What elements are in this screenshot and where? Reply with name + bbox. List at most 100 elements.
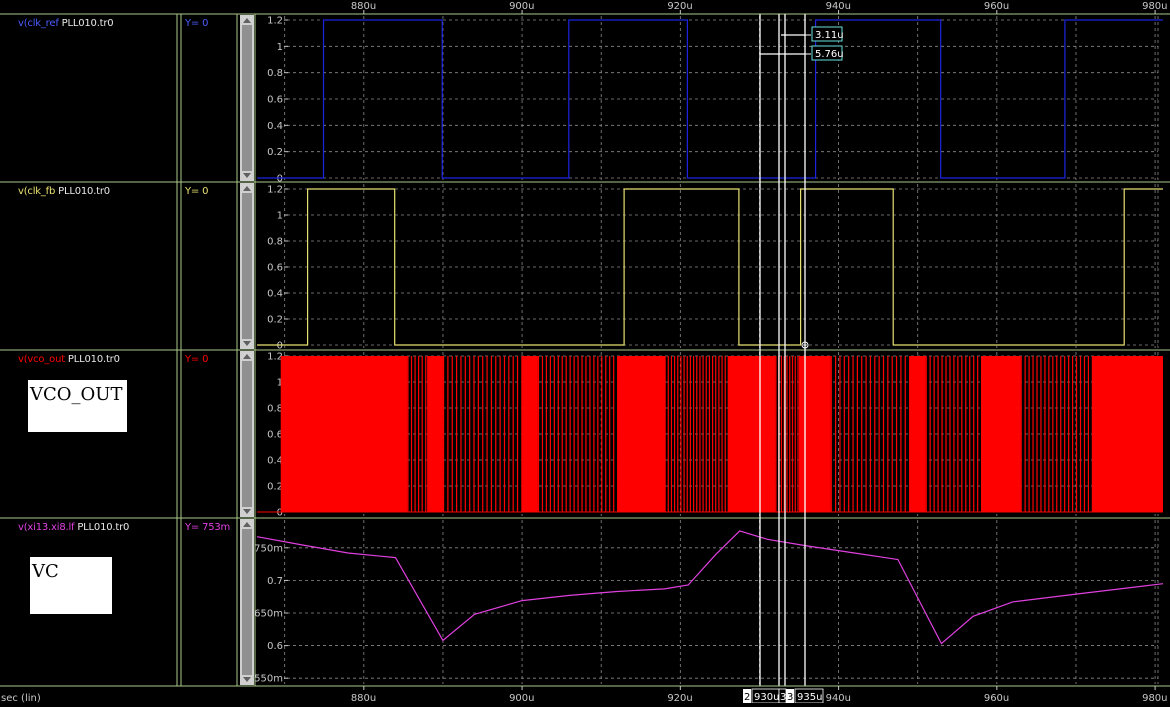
y-tick-label: 0.6 (267, 430, 283, 441)
bottom-axis-tick-label: 920u (667, 693, 692, 703)
vco-pulse (605, 356, 607, 512)
vco-pulse (945, 356, 947, 512)
vco-pulse (900, 356, 902, 512)
y-tick-label: 0 (277, 174, 283, 185)
signal-name: v(xi13.xi8.lf (18, 522, 75, 533)
vco-pulse (1075, 356, 1078, 512)
vco-pulse (708, 356, 711, 512)
vco-pulse (925, 356, 927, 512)
vco-pulse (407, 356, 409, 512)
delta-upper-value: 3.11u (815, 30, 844, 41)
vco-pulse (521, 356, 523, 512)
cursor-b-time: 935u (797, 692, 822, 703)
vco-pulse (699, 356, 701, 512)
vco-pulse (775, 356, 777, 512)
vco-pulse (702, 356, 704, 512)
vco-pulse (882, 356, 885, 512)
cursor-a-time: 930u (754, 692, 779, 703)
vco-pulse (469, 356, 471, 512)
vco-pulse (839, 356, 841, 512)
signal-label[interactable]: v(xi13.xi8.lf PLL010.tr0 (18, 522, 129, 533)
x-axis-unit-label: sec (lin) (1, 693, 41, 703)
vco-pulse (508, 356, 510, 512)
vco-pulse (545, 356, 548, 512)
vco-pulse (965, 356, 967, 512)
bottom-axis-tick-label: 940u (826, 693, 851, 703)
signal-name: v(vco_out (18, 354, 65, 365)
vco-burst (799, 356, 831, 512)
panel-1: v(clk_ref PLL010.tr0 Y= 0 1.2 1 0.8 0.6 0.4 0.2… (0, 15, 1170, 185)
bottom-axis-tick-label: 960u (984, 693, 1009, 703)
scrollbar-thumb[interactable] (242, 529, 252, 675)
bottom-time-axis: 880u 900u 920u 940u 960u 980u (0, 685, 1170, 704)
vco-pulse (1032, 356, 1034, 512)
cursor-b-tag-label: 3 (787, 692, 793, 703)
vco-burst (909, 356, 926, 512)
cursor-mid-tag-label: 3 (780, 692, 786, 703)
signal-file: PLL010.tr0 (59, 18, 114, 29)
vco-pulse (949, 356, 951, 512)
y-tick-label: 1.2 (267, 185, 283, 196)
y-tick-label: 0.8 (267, 68, 283, 79)
y-tick-label: 0.6 (267, 263, 283, 274)
vco-pulse (1044, 356, 1046, 512)
vco-pulse (414, 356, 416, 512)
vco-pulse (561, 356, 563, 512)
vco-pulse (557, 356, 559, 512)
y-readout: Y= 0 (184, 186, 208, 197)
vco-pulse (718, 356, 720, 512)
y-tick-label: 650m (254, 608, 283, 619)
vco-pulse (541, 356, 544, 512)
vco-pulse (460, 356, 462, 512)
vco-pulse (425, 356, 427, 512)
vco-pulse (856, 356, 858, 512)
vco-pulse (593, 356, 595, 512)
y-tick-label: 0.6 (267, 641, 283, 652)
vco-pulse (1064, 356, 1066, 512)
vco-pulse (904, 356, 906, 512)
vco-pulse (421, 356, 423, 512)
y-tick-label: 550m (254, 674, 283, 685)
vco-pulse (565, 356, 567, 512)
signal-label[interactable]: v(clk_ref PLL010.tr0 (18, 18, 114, 29)
vco-pulse (1083, 356, 1086, 512)
vco-pulse (442, 356, 445, 512)
y-tick-label: 750m (254, 543, 283, 554)
vco-pulse (865, 356, 867, 512)
vco-pulse (451, 356, 453, 512)
vco-pulse (937, 356, 939, 512)
vco-pulse (477, 356, 479, 512)
vco-pulse (581, 356, 583, 512)
vco-pulse (852, 356, 854, 512)
vco-pulse (482, 356, 484, 512)
vco-pulse (516, 356, 519, 512)
panel-3: v(vco_out PLL010.tr0 Y= 0 1.210.80.60.40.2… (0, 351, 1170, 519)
vco-pulse (973, 356, 975, 512)
vco-pulse (569, 356, 571, 512)
vco-pulse (711, 356, 714, 512)
y-tick-label: 0.2 (267, 147, 283, 158)
vco-pulse (609, 356, 611, 512)
vco-pulse (473, 356, 475, 512)
vco-pulse (553, 356, 555, 512)
y-tick-label: 0.2 (267, 482, 283, 493)
scrollbar-thumb[interactable] (242, 25, 252, 171)
vco-pulse (1040, 356, 1042, 512)
y-tick-label: 0.4 (267, 289, 283, 300)
scrollbar-thumb[interactable] (242, 361, 252, 507)
scrollbar-thumb[interactable] (242, 193, 252, 339)
signal-label[interactable]: v(clk_fb PLL010.tr0 (18, 186, 110, 197)
panel-4: v(xi13.xi8.lf PLL010.tr0 Y= 753m 750m 0.7 65… (0, 519, 1170, 687)
y-tick-label: 0 (277, 341, 283, 352)
vco-pulse (1068, 356, 1070, 512)
signal-label[interactable]: v(vco_out PLL010.tr0 (18, 354, 120, 365)
y-readout: Y= 0 (184, 18, 208, 29)
vco-pulse (495, 356, 497, 512)
bottom-axis-tick-label: 880u (351, 693, 376, 703)
vco-pulse (490, 356, 493, 512)
vco-pulse (909, 356, 911, 512)
vco-pulse (887, 356, 889, 512)
vco-pulse (597, 356, 599, 512)
vco-pulse (692, 356, 695, 512)
vco-pulse (589, 356, 591, 512)
